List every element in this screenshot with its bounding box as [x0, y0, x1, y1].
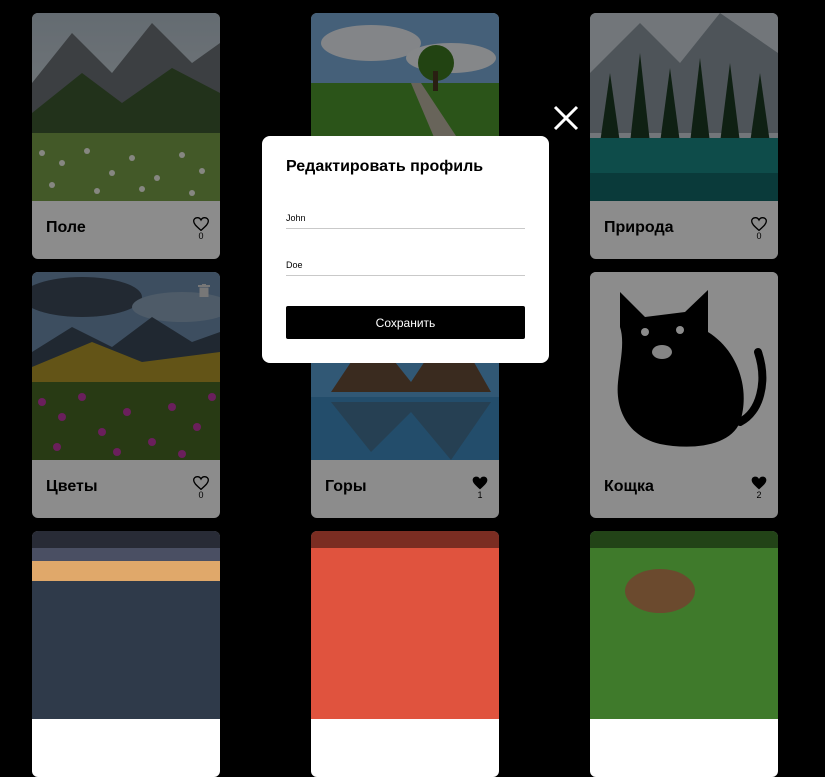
card-image[interactable] [32, 531, 220, 719]
save-button[interactable]: Сохранить [286, 306, 525, 339]
first-name-field[interactable] [286, 208, 525, 229]
card-sunset [32, 531, 220, 777]
close-icon[interactable] [553, 105, 579, 131]
last-name-field[interactable] [286, 255, 525, 276]
card-image[interactable] [311, 531, 499, 719]
card-red [311, 531, 499, 777]
card-animal [590, 531, 778, 777]
edit-profile-modal: Редактировать профиль Сохранить [262, 136, 549, 363]
card-image[interactable] [590, 531, 778, 719]
modal-title: Редактировать профиль [286, 158, 484, 175]
